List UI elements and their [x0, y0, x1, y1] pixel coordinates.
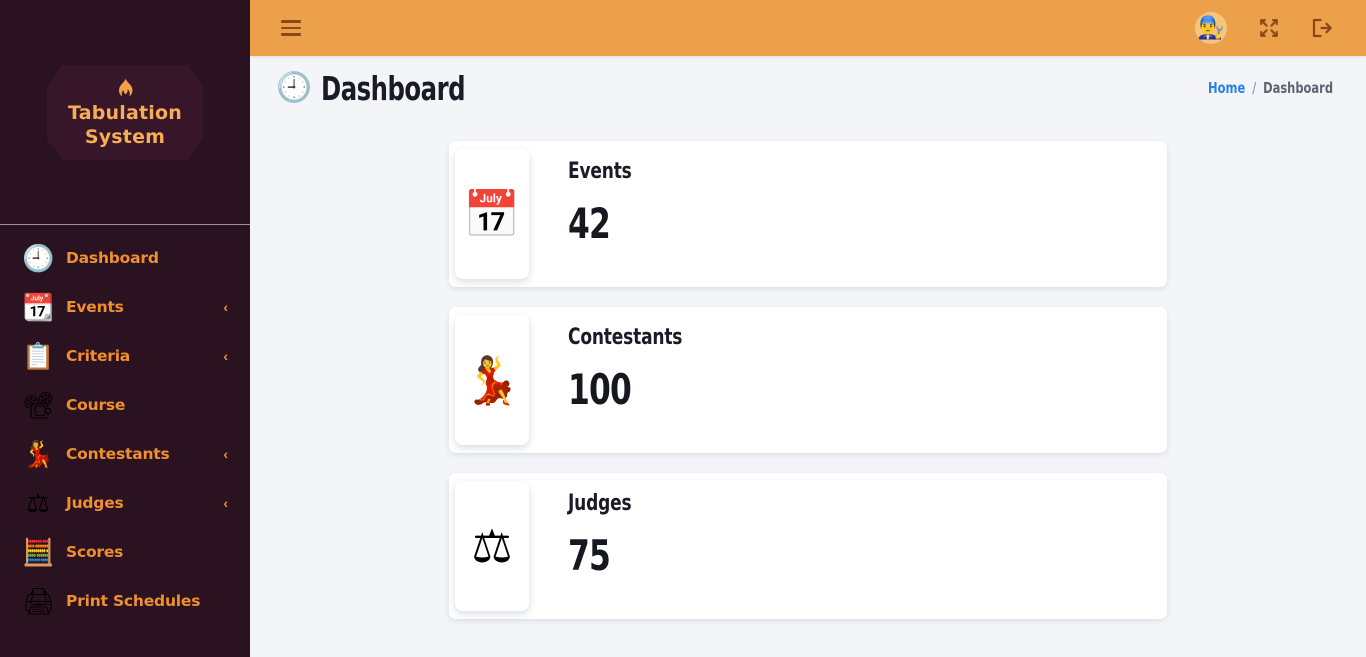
stat-card-events[interactable]: 📅 Events 42 — [449, 141, 1167, 287]
stat-card-value: 100 — [568, 365, 632, 414]
logo-text-line2: System — [84, 126, 166, 148]
page-title: Dashboard — [321, 68, 466, 108]
card-body: Contestants 100 — [529, 307, 1167, 453]
breadcrumb: Home / Dashboard — [1208, 79, 1333, 97]
main-area: 👨‍🔧 — [250, 0, 1366, 657]
stat-card-list: 📅 Events 42 💃 Contestants 100 ⚖ Judges 7… — [250, 120, 1366, 657]
stat-card-label: Contestants — [568, 325, 683, 350]
logo-text-line1: Tabulation — [68, 102, 182, 124]
calendar-icon: 📆 — [22, 291, 55, 322]
sidebar: Tabulation System 🕘 Dashboard 📆 Events ‹… — [0, 0, 250, 657]
stat-card-value: 42 — [568, 199, 611, 248]
sidebar-item-contestants[interactable]: 💃 Contestants ‹ — [0, 429, 250, 478]
hamburger-menu-icon[interactable] — [281, 20, 301, 36]
gavel-icon: ⚖ — [26, 487, 50, 518]
sidebar-item-judges[interactable]: ⚖ Judges ‹ — [0, 478, 250, 527]
dashboard-app: Tabulation System 🕘 Dashboard 📆 Events ‹… — [0, 0, 1366, 657]
card-body: Events 42 — [529, 141, 1167, 287]
sidebar-item-dashboard[interactable]: 🕘 Dashboard — [0, 233, 250, 282]
clipboard-icon: 📋 — [22, 340, 55, 371]
sidebar-nav: 🕘 Dashboard 📆 Events ‹ 📋 Criteria ‹ 📽 Co… — [0, 225, 250, 625]
breadcrumb-home-link[interactable]: Home — [1208, 79, 1245, 97]
breadcrumb-current: Dashboard — [1263, 79, 1333, 97]
sidebar-item-label: Scores — [66, 542, 124, 561]
card-icon-panel: 💃 — [455, 315, 529, 445]
card-icon-panel: ⚖ — [455, 481, 529, 611]
logout-icon[interactable] — [1311, 18, 1333, 38]
stat-card-judges[interactable]: ⚖ Judges 75 — [449, 473, 1167, 619]
topbar-actions: 👨‍🔧 — [1195, 12, 1333, 44]
sidebar-item-label: Dashboard — [66, 248, 159, 267]
woman-dress-icon: 💃 — [22, 438, 55, 469]
sidebar-item-course[interactable]: 📽 Course — [0, 380, 250, 429]
card-icon-panel: 📅 — [455, 149, 529, 279]
sidebar-item-label: Course — [66, 395, 126, 414]
calendar-icon: 📅 — [463, 188, 521, 240]
chevron-left-icon[interactable]: ‹ — [223, 349, 228, 363]
abacus-counter-icon: 🧮 — [22, 536, 55, 567]
logo-badge: Tabulation System — [47, 64, 203, 161]
stat-card-value: 75 — [568, 531, 611, 580]
topbar: 👨‍🔧 — [250, 0, 1366, 56]
sidebar-item-events[interactable]: 📆 Events ‹ — [0, 282, 250, 331]
stat-card-contestants[interactable]: 💃 Contestants 100 — [449, 307, 1167, 453]
sidebar-item-criteria[interactable]: 📋 Criteria ‹ — [0, 331, 250, 380]
stat-card-label: Events — [568, 159, 632, 184]
gavel-icon: ⚖ — [471, 520, 513, 572]
sidebar-item-label: Criteria — [66, 346, 131, 365]
fullscreen-expand-icon[interactable] — [1259, 18, 1279, 38]
sidebar-divider — [0, 224, 250, 225]
sidebar-item-label: Events — [66, 297, 124, 316]
presentation-abc-icon: 📽 — [22, 389, 56, 420]
sidebar-logo[interactable]: Tabulation System — [0, 0, 250, 225]
chevron-left-icon[interactable]: ‹ — [223, 300, 228, 314]
page-title-group: 🕘 Dashboard — [276, 71, 497, 105]
chevron-left-icon[interactable]: ‹ — [223, 447, 228, 461]
sidebar-item-label: Contestants — [66, 444, 170, 463]
sidebar-item-print-schedules[interactable]: 🖨 Print Schedules — [0, 576, 250, 625]
chevron-left-icon[interactable]: ‹ — [223, 496, 228, 510]
dashboard-gauge-icon: 🕘 — [276, 72, 313, 104]
sidebar-item-scores[interactable]: 🧮 Scores — [0, 527, 250, 576]
printer-icon: 🖨 — [22, 585, 56, 616]
user-avatar-icon[interactable]: 👨‍🔧 — [1195, 12, 1227, 44]
breadcrumb-separator: / — [1252, 79, 1257, 97]
sidebar-item-label: Judges — [66, 493, 124, 512]
stat-card-label: Judges — [568, 491, 632, 516]
woman-dress-icon: 💃 — [463, 354, 521, 406]
card-body: Judges 75 — [529, 473, 1167, 619]
flame-icon — [116, 78, 135, 100]
sidebar-item-label: Print Schedules — [66, 591, 201, 610]
dashboard-gauge-icon: 🕘 — [22, 242, 55, 273]
page-header: 🕘 Dashboard Home / Dashboard — [250, 56, 1366, 120]
